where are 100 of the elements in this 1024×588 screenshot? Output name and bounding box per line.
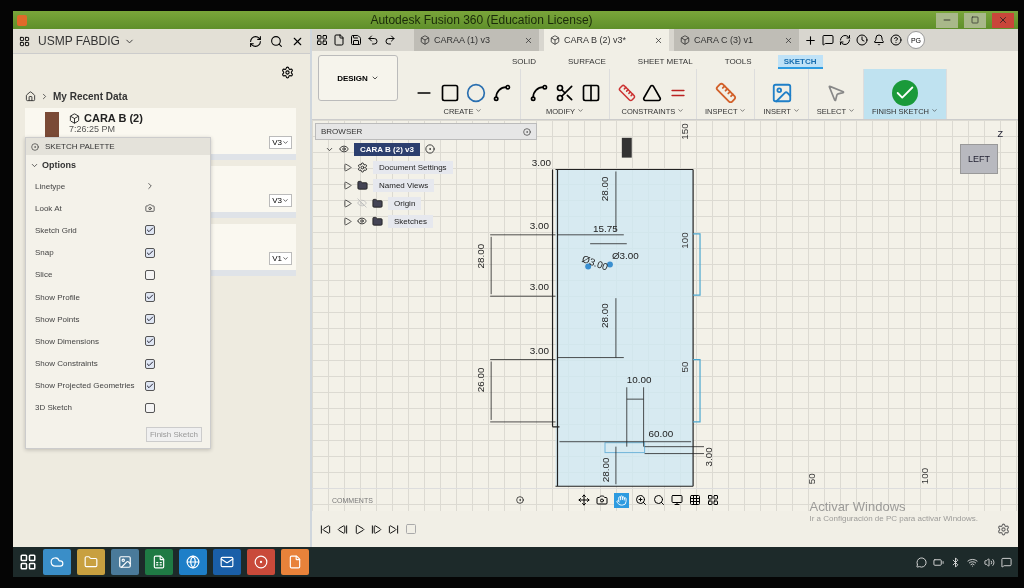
- document-tab[interactable]: CARAA (1) v3: [414, 29, 539, 51]
- section-title[interactable]: Options: [42, 160, 76, 170]
- pan-button[interactable]: [614, 492, 629, 508]
- settings-icon[interactable]: [281, 66, 294, 79]
- message-icon[interactable]: [822, 34, 834, 46]
- redo-icon[interactable]: [384, 34, 396, 46]
- dimension-text[interactable]: 3.00: [702, 447, 714, 467]
- add-tab-icon[interactable]: [804, 33, 817, 47]
- toolbar-tab[interactable]: SOLID: [506, 55, 542, 69]
- collapse-icon[interactable]: [31, 142, 39, 151]
- toolbar-tab[interactable]: SKETCH: [777, 55, 823, 69]
- cad-app-icon[interactable]: [281, 549, 309, 575]
- workspace-button[interactable]: DESIGN: [318, 55, 398, 101]
- sync-icon[interactable]: [839, 34, 851, 46]
- scissors-icon[interactable]: [555, 83, 575, 103]
- comments-toggle-icon[interactable]: [516, 496, 524, 504]
- first-icon[interactable]: [320, 523, 331, 535]
- cloud-app-icon[interactable]: [43, 549, 71, 575]
- fit-icon[interactable]: [653, 494, 665, 506]
- browser-app-icon[interactable]: [179, 549, 207, 575]
- linetype-icon[interactable]: [145, 181, 155, 192]
- eye-icon[interactable]: [339, 144, 349, 154]
- wifi-icon[interactable]: [967, 556, 978, 568]
- tree-item[interactable]: Sketches: [388, 214, 433, 228]
- document-tab[interactable]: CARA C (3) v1: [674, 29, 799, 51]
- dimension-text[interactable]: 28.00: [475, 243, 487, 269]
- dimension-text[interactable]: 3.00: [529, 344, 549, 356]
- windows-start-icon[interactable]: [19, 553, 37, 571]
- dimension-text[interactable]: 28.00: [599, 457, 611, 483]
- dimension-text[interactable]: 26.00: [475, 367, 487, 393]
- checkbox[interactable]: [145, 336, 155, 347]
- undo-icon[interactable]: [367, 34, 379, 46]
- dimension-text[interactable]: 60.00: [648, 427, 674, 439]
- project-dropdown[interactable]: USMP FABDIG: [38, 34, 241, 48]
- home-icon[interactable]: [25, 91, 36, 102]
- clock-icon[interactable]: [856, 34, 868, 46]
- tree-item[interactable]: CARA B (2) v3: [354, 142, 420, 156]
- spreadsheet-app-icon[interactable]: [145, 549, 173, 575]
- dimension-text[interactable]: Ø3.00: [611, 249, 639, 261]
- checkbox[interactable]: [145, 292, 155, 303]
- breadcrumb-link[interactable]: My Recent Data: [53, 91, 128, 102]
- toolbar-tab[interactable]: SHEET METAL: [631, 55, 699, 69]
- dimension-text[interactable]: 3.00: [529, 219, 549, 231]
- eye-icon[interactable]: [357, 216, 367, 226]
- checkbox[interactable]: [145, 358, 155, 369]
- mail-app-icon[interactable]: [213, 549, 241, 575]
- tree-item[interactable]: Named Views: [373, 178, 435, 192]
- display-icon[interactable]: [671, 494, 683, 506]
- look-at-icon[interactable]: [596, 494, 608, 506]
- grid-icon[interactable]: [689, 494, 701, 506]
- previous-icon[interactable]: [337, 523, 348, 535]
- checkmark-icon[interactable]: [892, 80, 919, 106]
- toolbar-tab[interactable]: SURFACE: [562, 55, 612, 69]
- checkbox[interactable]: [145, 247, 155, 258]
- version-dropdown[interactable]: V3: [269, 136, 292, 149]
- tree-item[interactable]: Document Settings: [373, 160, 453, 174]
- spline-icon[interactable]: [492, 83, 512, 103]
- rectangle-icon[interactable]: [440, 83, 460, 103]
- toolbar-tab[interactable]: TOOLS: [718, 55, 758, 69]
- checkbox[interactable]: [145, 402, 155, 413]
- save-icon[interactable]: [350, 34, 362, 46]
- chat-icon[interactable]: [916, 556, 927, 568]
- circle-icon[interactable]: [466, 83, 486, 103]
- volume-icon[interactable]: [984, 556, 995, 568]
- activate-icon[interactable]: [424, 144, 435, 154]
- next-icon[interactable]: [371, 523, 382, 535]
- measure-icon[interactable]: [714, 82, 737, 104]
- document-tab[interactable]: CARA B (2) v3*: [544, 29, 669, 51]
- dimension-text[interactable]: 28.00: [598, 303, 610, 328]
- app-icon[interactable]: [111, 549, 139, 575]
- dimension-text[interactable]: 28.00: [598, 176, 610, 202]
- version-dropdown[interactable]: V3: [269, 194, 292, 207]
- select-icon[interactable]: [825, 83, 846, 103]
- zoom-icon[interactable]: [635, 494, 647, 506]
- help-icon[interactable]: [890, 34, 902, 46]
- search-icon[interactable]: [270, 34, 283, 48]
- bell-icon[interactable]: [873, 34, 885, 46]
- checkbox[interactable]: [145, 314, 155, 325]
- orbit-icon[interactable]: [578, 494, 590, 506]
- apps-icon[interactable]: [316, 34, 328, 46]
- play-icon[interactable]: [354, 523, 365, 535]
- image-icon[interactable]: [770, 82, 793, 104]
- close-button[interactable]: [992, 12, 1014, 28]
- pin-icon[interactable]: [523, 127, 531, 136]
- dimension-text[interactable]: 15.75: [593, 222, 618, 234]
- checkbox[interactable]: [145, 380, 155, 391]
- last-icon[interactable]: [388, 523, 399, 535]
- checkbox[interactable]: [145, 225, 155, 236]
- refresh-icon[interactable]: [249, 34, 262, 48]
- viewports-icon[interactable]: [707, 494, 719, 506]
- dimension-text[interactable]: 10.00: [626, 374, 652, 386]
- file-icon[interactable]: [333, 34, 345, 46]
- notification-icon[interactable]: [1001, 556, 1012, 568]
- tree-item[interactable]: Origin: [388, 196, 422, 210]
- dimension-text[interactable]: 3.00: [529, 281, 549, 293]
- checkbox[interactable]: [145, 269, 155, 280]
- dimension-text[interactable]: Ø3.00: [580, 253, 610, 273]
- dimension-text[interactable]: 3.00: [531, 156, 551, 168]
- bluetooth-icon[interactable]: [950, 556, 961, 568]
- version-dropdown[interactable]: V1: [269, 252, 292, 265]
